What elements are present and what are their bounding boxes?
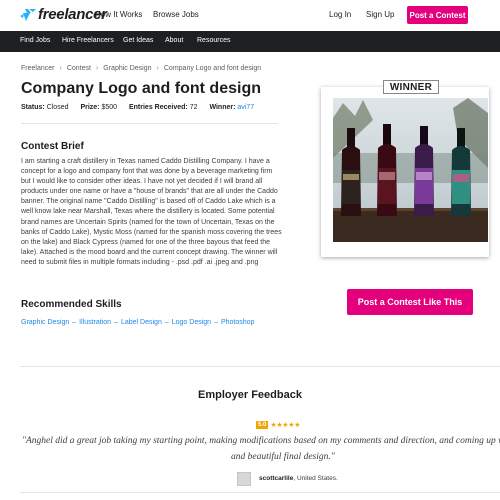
breadcrumb-separator: ›	[95, 65, 99, 72]
entries-meta: Entries Received: 72	[129, 104, 198, 111]
breadcrumb-current: Company Logo and font design	[163, 65, 262, 72]
reviewer-location: , United States.	[293, 475, 338, 482]
breadcrumb-contest[interactable]: Contest	[67, 65, 91, 72]
skill-link-illustration[interactable]: Illustration	[79, 319, 111, 326]
reviewer-avatar[interactable]	[237, 472, 251, 486]
contest-meta: Status: Closed Prize: $500 Entries Recei…	[21, 104, 264, 111]
navbar-hire-freelancers[interactable]: Hire Freelancers	[62, 37, 114, 44]
feedback-quote-line1: "Anghel did a great job taking my starti…	[22, 436, 500, 446]
entries-label: Entries Received:	[128, 104, 188, 111]
breadcrumb: Freelancer › Contest › Graphic Design › Compan…	[21, 65, 261, 72]
skills-list: Graphic Design – Illustration – Label Design…	[21, 319, 254, 326]
breadcrumb-freelancer[interactable]: Freelancer	[21, 65, 54, 72]
divider	[21, 123, 278, 124]
nav-how-it-works[interactable]: How It Works	[95, 10, 142, 19]
main-navbar: Find Jobs Hire Freelancers Get Ideas Abo…	[0, 31, 500, 52]
winning-entry-card[interactable]	[321, 87, 489, 257]
skill-separator: –	[214, 319, 218, 326]
prize-label: Prize:	[80, 104, 100, 111]
recommended-skills-heading: Recommended Skills	[21, 299, 122, 310]
freelancer-bird-icon	[20, 8, 36, 21]
skill-link-photoshop[interactable]: Photoshop	[221, 319, 254, 326]
skill-separator: –	[114, 319, 118, 326]
winning-entry-image[interactable]	[333, 98, 488, 242]
feedback-quote-line2: and beautiful final design."	[231, 452, 335, 462]
skill-link-logo-design[interactable]: Logo Design	[172, 319, 211, 326]
skill-separator: –	[72, 319, 77, 326]
breadcrumb-graphic-design[interactable]: Graphic Design	[103, 65, 151, 72]
top-header: freelancer How It Works Browse Jobs Log …	[0, 0, 500, 31]
post-contest-like-this-button[interactable]: Post a Contest Like This	[347, 289, 473, 315]
skill-link-label-design[interactable]: Label Design	[121, 319, 162, 326]
breadcrumb-separator: ›	[156, 65, 159, 72]
winner-label: Winner:	[209, 104, 236, 111]
winner-meta: Winner: avi77	[209, 104, 254, 111]
winner-badge: WINNER	[383, 80, 439, 94]
nav-browse-jobs[interactable]: Browse Jobs	[153, 10, 199, 19]
navbar-resources[interactable]: Resources	[197, 37, 230, 44]
reviewer-name[interactable]: scottcarlile	[259, 475, 293, 482]
signup-link[interactable]: Sign Up	[366, 10, 394, 19]
feedback-rating: 5.0 ★★★★★	[256, 421, 301, 429]
contest-brief-heading: Contest Brief	[21, 141, 84, 152]
status-value: Closed	[46, 104, 69, 111]
contest-title: Company Logo and font design	[21, 80, 261, 97]
rating-value: 5.0	[256, 421, 269, 429]
navbar-about[interactable]: About	[165, 37, 183, 44]
divider	[20, 492, 500, 493]
navbar-get-ideas[interactable]: Get Ideas	[123, 37, 153, 44]
prize-meta: Prize: $500	[80, 104, 117, 111]
employer-feedback-heading: Employer Feedback	[198, 389, 302, 401]
breadcrumb-separator: ›	[59, 65, 62, 72]
login-link[interactable]: Log In	[329, 10, 351, 19]
entries-value: 72	[189, 104, 198, 111]
navbar-find-jobs[interactable]: Find Jobs	[20, 37, 50, 44]
star-rating-icon: ★★★★★	[270, 422, 301, 429]
feedback-quote: "Anghel did a great job taking my starti…	[22, 433, 500, 462]
contest-brief-text: I am starting a craft distillery in Texa…	[21, 158, 282, 266]
skill-link-graphic-design[interactable]: Graphic Design	[21, 319, 69, 326]
prize-value: $500	[101, 104, 118, 111]
winner-link[interactable]: avi77	[237, 104, 254, 111]
skill-separator: –	[164, 319, 169, 326]
freelancer-logo[interactable]: freelancer	[20, 6, 107, 23]
status-label: Status:	[21, 104, 45, 111]
status-meta: Status: Closed	[21, 104, 68, 111]
divider	[20, 366, 500, 367]
post-contest-button[interactable]: Post a Contest	[407, 6, 468, 24]
bottles-photo-illustration	[333, 98, 488, 242]
reviewer-info: scottcarlile, United States.	[259, 475, 338, 482]
